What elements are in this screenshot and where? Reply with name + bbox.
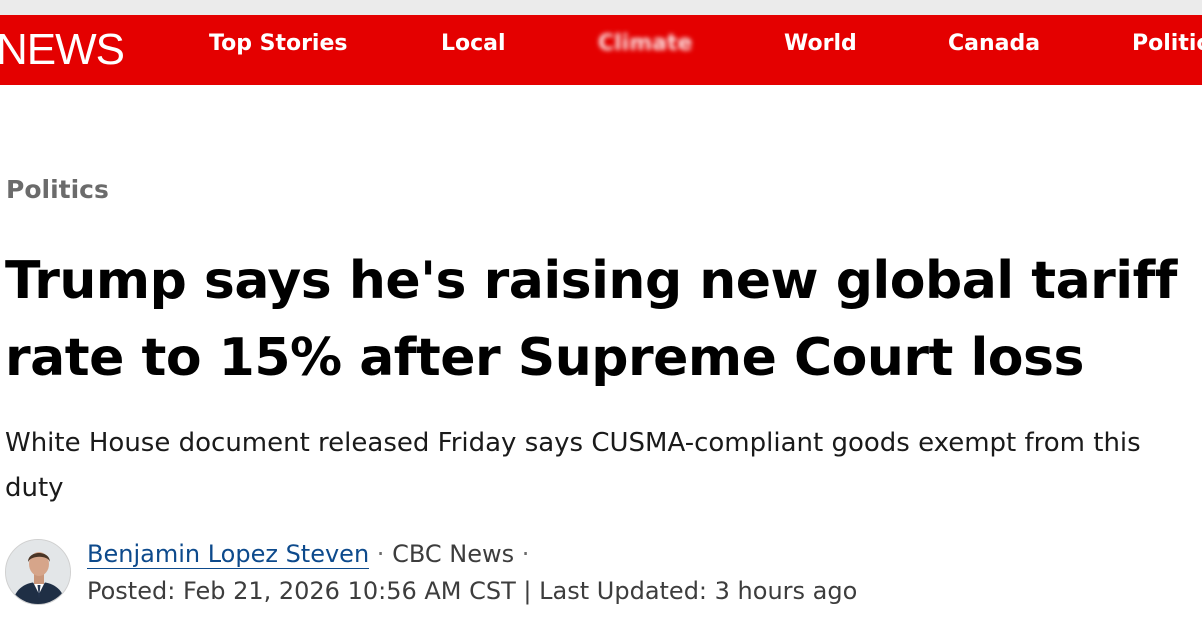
article-subheadline: White House document released Friday say…	[5, 428, 1141, 503]
updated-time: 3 hours ago	[714, 577, 858, 605]
nav-item-politics[interactable]: Politics	[1132, 15, 1202, 85]
article-dateline: Posted: Feb 21, 2026 10:56 AM CST | Last…	[87, 575, 857, 607]
news-logo[interactable]: NEWS	[0, 21, 125, 79]
nav-item-canada[interactable]: Canada	[948, 15, 1040, 85]
article-category-link[interactable]: Politics	[6, 175, 109, 204]
source-name: CBC News	[392, 540, 515, 568]
article-subheadline-container: White House document released Friday say…	[0, 421, 1202, 513]
updated-label: Last Updated:	[539, 577, 708, 605]
byline: Benjamin Lopez Steven · CBC News ·	[87, 538, 529, 570]
nav-item-climate[interactable]: Climate	[598, 15, 692, 85]
author-link[interactable]: Benjamin Lopez Steven	[87, 540, 370, 569]
nav-item-top-stories[interactable]: Top Stories	[209, 15, 348, 85]
nav-item-world[interactable]: World	[784, 15, 857, 85]
byline-separator: ·	[376, 540, 385, 568]
top-navigation-bar: NEWS Top Stories Local Climate World Can…	[0, 15, 1202, 85]
author-photo-icon	[6, 540, 70, 604]
nav-item-local[interactable]: Local	[441, 15, 506, 85]
byline-separator-trailing: ·	[521, 540, 530, 568]
article-headline: Trump says he's raising new global tarif…	[5, 251, 1177, 388]
browser-top-strip	[0, 0, 1202, 15]
posted-label: Posted:	[87, 577, 176, 605]
dateline-divider: |	[523, 577, 532, 605]
author-avatar[interactable]	[5, 539, 71, 605]
posted-date: Feb 21, 2026 10:56 AM CST	[182, 577, 516, 605]
